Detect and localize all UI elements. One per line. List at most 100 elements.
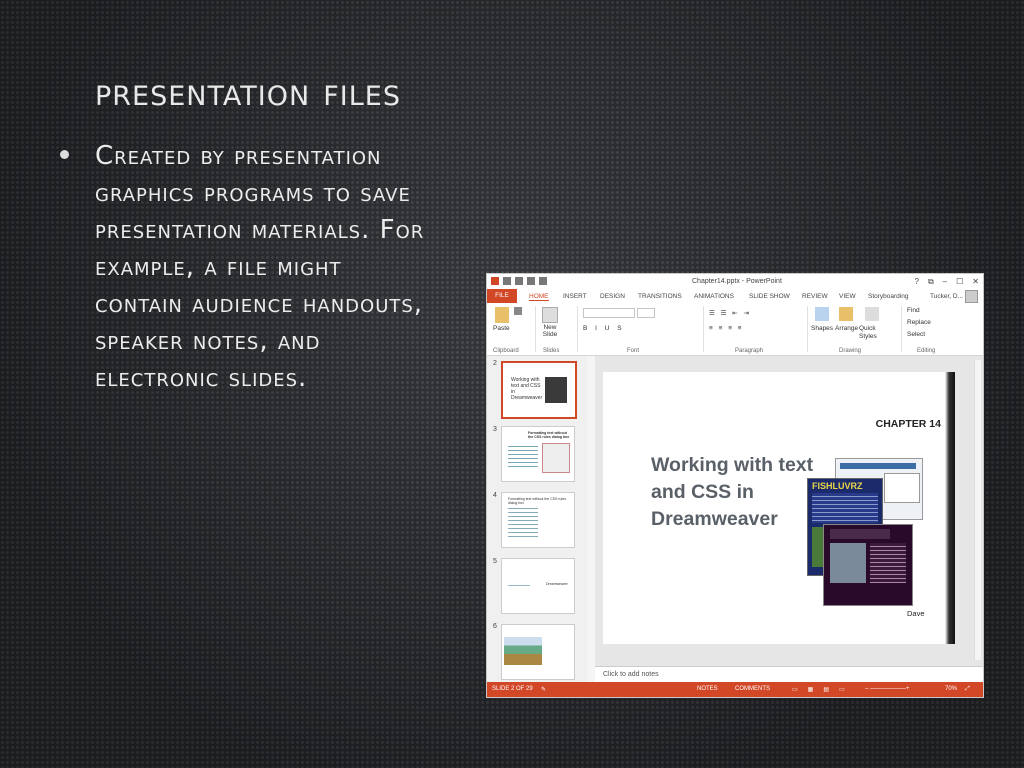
website-screenshot-2 [823,524,913,606]
ribbon: Paste Clipboard New Slide Slides B I U S… [487,303,983,356]
group-slides: Slides [543,348,560,354]
thumb-caption: Formatting text without the CSS rules di… [528,431,570,439]
thumb-number: 5 [493,558,497,565]
slide-thumbnail[interactable] [501,624,575,680]
thumb-text [508,583,530,588]
thumb-image [545,377,567,403]
font-size-select[interactable] [637,308,655,318]
slide-thumbnail[interactable]: Formatting text without the CSS rules di… [501,426,575,482]
font-format-buttons[interactable]: B I U S [583,325,625,332]
group-editing: Editing [917,348,936,354]
slide-thumbnail-pane: 2 Working with text and CSS in Dreamweav… [487,356,588,682]
shapes-icon [815,307,829,321]
thumb-number: 4 [493,492,497,499]
thumb-number: 2 [493,360,497,367]
status-bar: SLIDE 2 OF 29 ✎ NOTES COMMENTS ▭▦▤▭ – ——… [487,682,983,697]
new-slide-icon [542,307,558,323]
tab-animations[interactable]: ANIMATIONS [694,293,734,300]
tab-home[interactable]: HOME [529,293,549,301]
select-button[interactable]: Select [907,331,925,338]
ribbon-tabs: FILE HOME INSERT DESIGN TRANSITIONS ANIM… [487,289,983,303]
new-slide-button[interactable]: New Slide [539,324,561,338]
start-slideshow-icon[interactable] [539,277,547,285]
cut-icon[interactable] [514,307,522,315]
slide-thumbnail[interactable]: Formatting text without the CSS rules di… [501,492,575,548]
paste-icon [495,307,509,323]
find-button[interactable]: Find [907,307,920,314]
align-buttons[interactable]: ≡ ≡ ≡ ≡ [709,325,744,332]
paste-button[interactable]: Paste [493,325,510,332]
slide-title: Presentation Files [95,70,401,114]
thumb-caption: Formatting text without the CSS rules di… [508,497,566,505]
slide-counter: SLIDE 2 OF 29 [492,686,533,692]
thumb-image [504,637,542,665]
bullet-text: Created by presentation graphics program… [95,141,425,393]
title-bar: Chapter14.pptx - PowerPoint ? ⧉ – ☐ ✕ [487,274,983,289]
thumb-image [542,443,570,473]
replace-button[interactable]: Replace [907,319,931,326]
tab-storyboarding[interactable]: Storyboarding [868,293,908,300]
site-logo: FISHLUVRZ [812,481,863,491]
thumb-number: 6 [493,623,497,630]
group-paragraph: Paragraph [735,348,764,354]
group-drawing: Drawing [839,348,862,354]
thumb-text [508,443,538,469]
tab-insert[interactable]: INSERT [563,293,587,300]
close-button[interactable]: ✕ [972,277,979,287]
tab-review[interactable]: REVIEW [802,293,828,300]
window-controls: ? ⧉ – ☐ ✕ [915,277,980,287]
current-slide[interactable]: CHAPTER 14 Working with text and CSS in … [603,372,955,644]
thumb-caption: Dreamweaver [546,582,568,586]
zoom-slider[interactable]: – ——————+ [865,686,910,692]
slide-thumbnail[interactable]: Working with text and CSS in Dreamweaver [501,361,577,419]
group-font: Font [627,348,640,354]
quick-styles-button[interactable]: Quick Styles [859,325,887,341]
quick-styles-icon [865,307,879,321]
tab-design[interactable]: DESIGN [600,293,625,300]
thumb-caption: Working with text and CSS in Dreamweaver [511,377,543,401]
help-button[interactable]: ? [915,277,919,287]
notes-button[interactable]: NOTES [697,686,718,692]
slide-thumbnail[interactable]: Dreamweaver [501,558,575,614]
spellcheck-icon[interactable]: ✎ [541,686,546,693]
minimize-button[interactable]: – [943,277,947,287]
group-clipboard: Clipboard [493,348,519,354]
chapter-label: CHAPTER 14 [875,418,941,430]
site-banner [830,529,890,539]
thumb-number: 3 [493,426,497,433]
quick-access-toolbar [491,277,547,285]
avatar[interactable] [965,290,978,303]
undo-icon[interactable] [515,277,523,285]
slide-main-title: Working with text and CSS in Dreamweaver [651,454,814,530]
maximize-button[interactable]: ☐ [956,277,963,287]
tab-slideshow[interactable]: SLIDE SHOW [749,293,790,300]
powerpoint-logo-icon [491,277,499,285]
window-title: Chapter14.pptx - PowerPoint [692,278,782,285]
arrange-icon [839,307,853,321]
fit-slide-icon[interactable]: ⤢ [965,686,970,693]
arrange-button[interactable]: Arrange [835,325,858,332]
bullet-dot [60,150,69,159]
save-icon[interactable] [503,277,511,285]
font-name-select[interactable] [583,308,635,318]
list-buttons[interactable]: ☰ ☰ ⇤ ⇥ [709,309,751,317]
zoom-level[interactable]: 70% [945,686,957,692]
ribbon-display-button[interactable]: ⧉ [928,277,934,287]
dialog-list [884,473,920,503]
view-buttons[interactable]: ▭▦▤▭ [792,686,855,693]
powerpoint-screenshot: Chapter14.pptx - PowerPoint ? ⧉ – ☐ ✕ FI… [486,273,984,698]
user-name[interactable]: Tucker, D... [930,293,963,300]
tab-view[interactable]: VIEW [839,293,856,300]
tab-transitions[interactable]: TRANSITIONS [638,293,682,300]
shapes-button[interactable]: Shapes [811,325,833,332]
slide-decoration [945,372,955,644]
slide-editor: CHAPTER 14 Working with text and CSS in … [595,356,983,666]
site-text [812,493,878,523]
redo-icon[interactable] [527,277,535,285]
site-text [870,543,906,583]
tab-file[interactable]: FILE [487,289,517,303]
notes-pane[interactable]: Click to add notes [595,666,983,683]
thumb-text [508,505,538,537]
editor-scrollbar[interactable] [974,360,981,660]
comments-button[interactable]: COMMENTS [735,686,770,692]
